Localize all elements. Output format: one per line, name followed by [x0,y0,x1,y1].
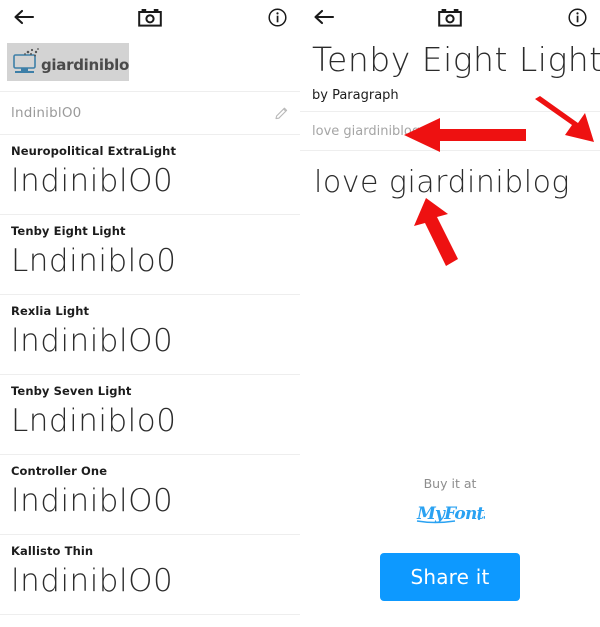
camera-icon[interactable] [138,8,162,27]
back-arrow-icon[interactable] [313,8,335,26]
camera-icon[interactable] [438,8,462,27]
font-list-panel: giardiniblog lndiniblO0 Neuropolitical E… [0,0,300,627]
back-arrow-icon[interactable] [13,8,35,26]
font-sample: lndiniblO0 [11,323,174,359]
font-sample: Lndiniblo0 [11,403,177,439]
preview-text-input-row[interactable]: love giardiniblog [300,111,600,151]
font-name: Controller One [11,464,108,478]
search-input[interactable]: lndiniblO0 [11,105,81,121]
giardiniblog-logo-icon: giardiniblog [7,43,129,81]
pencil-icon[interactable] [274,106,289,121]
buy-section: Buy it at MyFonts [300,476,600,531]
list-item[interactable]: Rexlia Light lndiniblO0 [0,295,300,375]
font-detail-panel: Tenby Eight Light by Paragraph love giar… [300,0,600,627]
myfonts-logo-icon[interactable]: MyFonts [415,500,494,531]
preview-text-input[interactable]: love giardiniblog [312,124,420,139]
pencil-icon[interactable] [575,124,590,139]
font-sample: lndiniblO0 [11,163,174,199]
font-name: Tenby Eight Light [11,224,126,238]
info-icon[interactable] [568,7,587,27]
list-item[interactable]: Tenby Seven Light Lndiniblo0 [0,375,300,455]
list-item[interactable]: Tenby Eight Light Lndiniblo0 [0,215,300,295]
share-button[interactable]: Share it [380,553,520,601]
font-author: by Paragraph [312,88,399,103]
font-list: Neuropolitical ExtraLight lndiniblO0 Ten… [0,135,300,615]
search-input-row[interactable]: lndiniblO0 [0,91,300,135]
font-name: Rexlia Light [11,304,90,318]
info-icon[interactable] [268,7,287,27]
right-topbar [300,0,600,34]
font-name: Neuropolitical ExtraLight [11,144,177,158]
list-item[interactable]: Controller One lndiniblO0 [0,455,300,535]
font-sample: lndiniblO0 [11,563,174,599]
list-item[interactable]: Neuropolitical ExtraLight lndiniblO0 [0,135,300,215]
left-topbar [0,0,300,34]
font-name: Kallisto Thin [11,544,94,558]
font-sample: lndiniblO0 [11,483,174,519]
buy-label: Buy it at [423,476,477,491]
font-sample: Lndiniblo0 [11,243,177,279]
share-section: Share it [300,553,600,601]
page-title: Tenby Eight Light [312,40,600,79]
font-name: Tenby Seven Light [11,384,132,398]
font-preview-text: love giardiniblog [314,165,570,200]
svg-text:giardiniblog: giardiniblog [41,56,129,74]
app-screen: giardiniblog lndiniblO0 Neuropolitical E… [0,0,600,627]
brand-logo: giardiniblog [0,34,300,81]
list-item[interactable]: Kallisto Thin lndiniblO0 [0,535,300,615]
